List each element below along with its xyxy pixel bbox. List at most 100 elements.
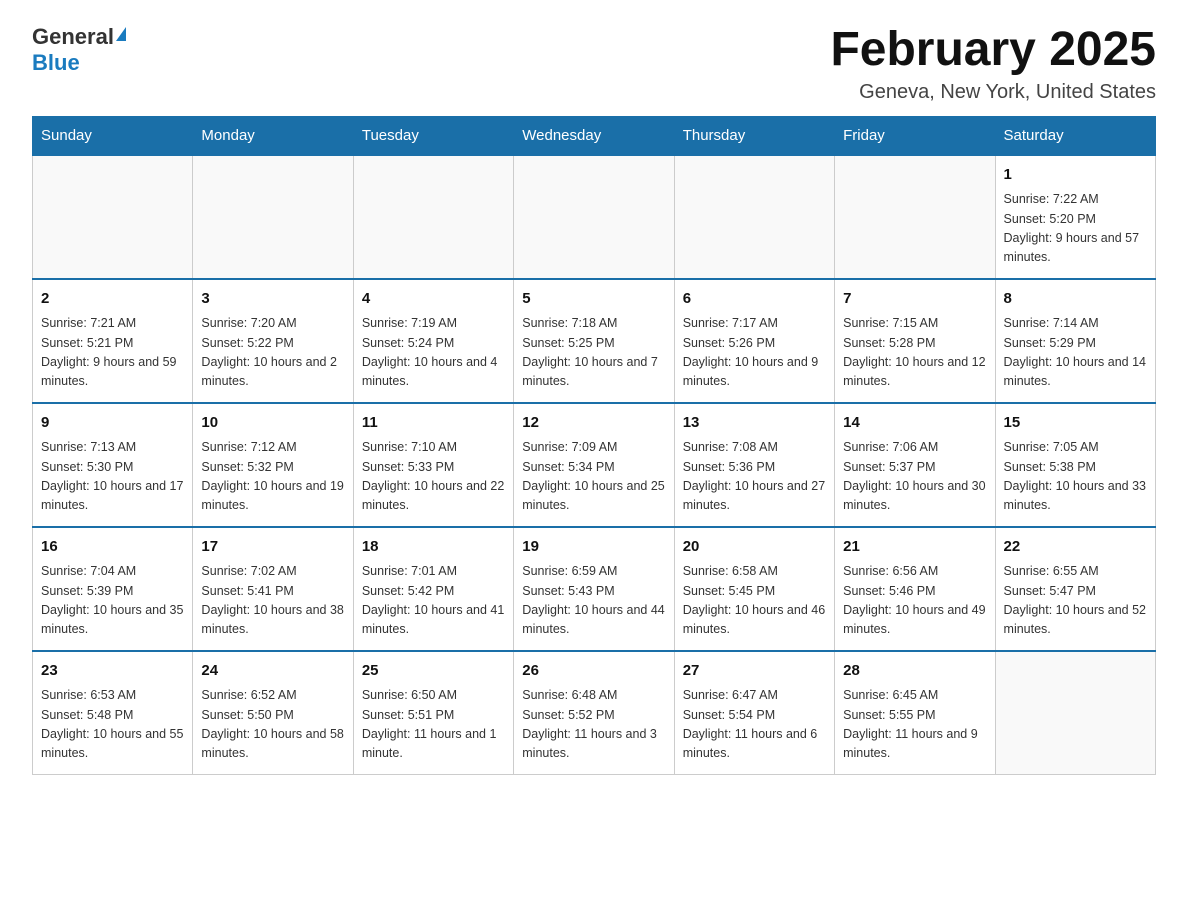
day-number: 17 [201,536,344,559]
day-number: 2 [41,288,184,311]
calendar-week-row: 16 Sunrise: 7:04 AMSunset: 5:39 PMDayligh… [33,527,1156,651]
weekday-header-friday: Friday [835,116,995,155]
day-info: Sunrise: 7:14 AMSunset: 5:29 PMDaylight:… [1004,314,1147,392]
weekday-header-monday: Monday [193,116,353,155]
calendar-week-row: 23 Sunrise: 6:53 AMSunset: 5:48 PMDayligh… [33,651,1156,775]
weekday-header-row: SundayMondayTuesdayWednesdayThursdayFrid… [33,116,1156,155]
location-text: Geneva, New York, United States [830,81,1156,104]
calendar-cell [193,155,353,279]
day-number: 21 [843,536,986,559]
calendar-cell [353,155,513,279]
calendar-cell [835,155,995,279]
day-number: 18 [362,536,505,559]
day-number: 23 [41,660,184,683]
calendar-cell: 11 Sunrise: 7:10 AMSunset: 5:33 PMDayligh… [353,403,513,527]
day-number: 4 [362,288,505,311]
calendar-cell: 9Sunrise: 7:13 AMSunset: 5:30 PMDaylight… [33,403,193,527]
month-title: February 2025 [830,24,1156,77]
calendar-cell: 4 Sunrise: 7:19 AMSunset: 5:24 PMDaylight… [353,279,513,403]
calendar-cell: 20 Sunrise: 6:58 AMSunset: 5:45 PMDayligh… [674,527,834,651]
day-info: Sunrise: 6:45 AMSunset: 5:55 PMDaylight:… [843,686,986,764]
day-info: Sunrise: 6:58 AMSunset: 5:45 PMDaylight:… [683,562,826,640]
day-number: 5 [522,288,665,311]
calendar-cell [674,155,834,279]
calendar-cell: 10Sunrise: 7:12 AMSunset: 5:32 PMDayligh… [193,403,353,527]
calendar-cell: 6 Sunrise: 7:17 AMSunset: 5:26 PMDaylight… [674,279,834,403]
calendar-cell: 3Sunrise: 7:20 AMSunset: 5:22 PMDaylight… [193,279,353,403]
calendar-cell: 19Sunrise: 6:59 AMSunset: 5:43 PMDayligh… [514,527,674,651]
day-number: 25 [362,660,505,683]
calendar-cell: 26 Sunrise: 6:48 AMSunset: 5:52 PMDayligh… [514,651,674,775]
calendar-cell [514,155,674,279]
day-info: Sunrise: 7:09 AMSunset: 5:34 PMDaylight:… [522,438,665,516]
day-info: Sunrise: 6:47 AMSunset: 5:54 PMDaylight:… [683,686,826,764]
day-info: Sunrise: 6:56 AMSunset: 5:46 PMDaylight:… [843,562,986,640]
day-info: Sunrise: 7:06 AMSunset: 5:37 PMDaylight:… [843,438,986,516]
calendar-cell: 21 Sunrise: 6:56 AMSunset: 5:46 PMDayligh… [835,527,995,651]
calendar-cell: 16 Sunrise: 7:04 AMSunset: 5:39 PMDayligh… [33,527,193,651]
day-number: 3 [201,288,344,311]
day-info: Sunrise: 7:15 AMSunset: 5:28 PMDaylight:… [843,314,986,392]
day-info: Sunrise: 6:52 AMSunset: 5:50 PMDaylight:… [201,686,344,764]
calendar-cell: 2 Sunrise: 7:21 AMSunset: 5:21 PMDaylight… [33,279,193,403]
calendar-cell: 15Sunrise: 7:05 AMSunset: 5:38 PMDayligh… [995,403,1155,527]
calendar-cell: 12 Sunrise: 7:09 AMSunset: 5:34 PMDayligh… [514,403,674,527]
calendar-cell: 13 Sunrise: 7:08 AMSunset: 5:36 PMDayligh… [674,403,834,527]
calendar-cell: 5 Sunrise: 7:18 AMSunset: 5:25 PMDaylight… [514,279,674,403]
day-number: 16 [41,536,184,559]
day-number: 6 [683,288,826,311]
calendar-cell: 14 Sunrise: 7:06 AMSunset: 5:37 PMDayligh… [835,403,995,527]
day-info: Sunrise: 7:10 AMSunset: 5:33 PMDaylight:… [362,438,505,516]
calendar-cell: 18 Sunrise: 7:01 AMSunset: 5:42 PMDayligh… [353,527,513,651]
day-number: 26 [522,660,665,683]
calendar-cell: 7Sunrise: 7:15 AMSunset: 5:28 PMDaylight… [835,279,995,403]
weekday-header-thursday: Thursday [674,116,834,155]
day-number: 27 [683,660,826,683]
day-info: Sunrise: 7:18 AMSunset: 5:25 PMDaylight:… [522,314,665,392]
logo: General Blue [32,24,126,76]
day-info: Sunrise: 6:50 AMSunset: 5:51 PMDaylight:… [362,686,505,764]
calendar-header: SundayMondayTuesdayWednesdayThursdayFrid… [33,116,1156,155]
day-info: Sunrise: 7:08 AMSunset: 5:36 PMDaylight:… [683,438,826,516]
day-number: 20 [683,536,826,559]
day-number: 1 [1004,164,1147,187]
page-header: General Blue February 2025 Geneva, New Y… [32,24,1156,104]
day-info: Sunrise: 6:53 AMSunset: 5:48 PMDaylight:… [41,686,184,764]
calendar-cell: 22 Sunrise: 6:55 AMSunset: 5:47 PMDayligh… [995,527,1155,651]
calendar-cell: 23 Sunrise: 6:53 AMSunset: 5:48 PMDayligh… [33,651,193,775]
day-info: Sunrise: 7:19 AMSunset: 5:24 PMDaylight:… [362,314,505,392]
weekday-header-tuesday: Tuesday [353,116,513,155]
day-number: 12 [522,412,665,435]
day-number: 8 [1004,288,1147,311]
calendar-cell [33,155,193,279]
day-info: Sunrise: 7:12 AMSunset: 5:32 PMDaylight:… [201,438,344,516]
weekday-header-wednesday: Wednesday [514,116,674,155]
day-info: Sunrise: 6:55 AMSunset: 5:47 PMDaylight:… [1004,562,1147,640]
calendar-cell: 28 Sunrise: 6:45 AMSunset: 5:55 PMDayligh… [835,651,995,775]
day-number: 22 [1004,536,1147,559]
day-number: 24 [201,660,344,683]
day-info: Sunrise: 7:17 AMSunset: 5:26 PMDaylight:… [683,314,826,392]
day-info: Sunrise: 7:04 AMSunset: 5:39 PMDaylight:… [41,562,184,640]
day-number: 14 [843,412,986,435]
day-info: Sunrise: 7:21 AMSunset: 5:21 PMDaylight:… [41,314,184,392]
day-info: Sunrise: 6:59 AMSunset: 5:43 PMDaylight:… [522,562,665,640]
calendar-cell: 27 Sunrise: 6:47 AMSunset: 5:54 PMDayligh… [674,651,834,775]
day-info: Sunrise: 7:02 AMSunset: 5:41 PMDaylight:… [201,562,344,640]
logo-blue-text: Blue [32,50,80,75]
day-number: 13 [683,412,826,435]
calendar-cell: 24 Sunrise: 6:52 AMSunset: 5:50 PMDayligh… [193,651,353,775]
day-info: Sunrise: 7:13 AMSunset: 5:30 PMDaylight:… [41,438,184,516]
calendar-cell: 25 Sunrise: 6:50 AMSunset: 5:51 PMDayligh… [353,651,513,775]
weekday-header-sunday: Sunday [33,116,193,155]
calendar-cell: 8 Sunrise: 7:14 AMSunset: 5:29 PMDaylight… [995,279,1155,403]
calendar-week-row: 2 Sunrise: 7:21 AMSunset: 5:21 PMDaylight… [33,279,1156,403]
day-info: Sunrise: 7:01 AMSunset: 5:42 PMDaylight:… [362,562,505,640]
logo-arrow-icon [116,27,126,41]
day-number: 11 [362,412,505,435]
day-number: 28 [843,660,986,683]
title-area: February 2025 Geneva, New York, United S… [830,24,1156,104]
calendar-table: SundayMondayTuesdayWednesdayThursdayFrid… [32,116,1156,775]
calendar-week-row: 9Sunrise: 7:13 AMSunset: 5:30 PMDaylight… [33,403,1156,527]
day-info: Sunrise: 6:48 AMSunset: 5:52 PMDaylight:… [522,686,665,764]
